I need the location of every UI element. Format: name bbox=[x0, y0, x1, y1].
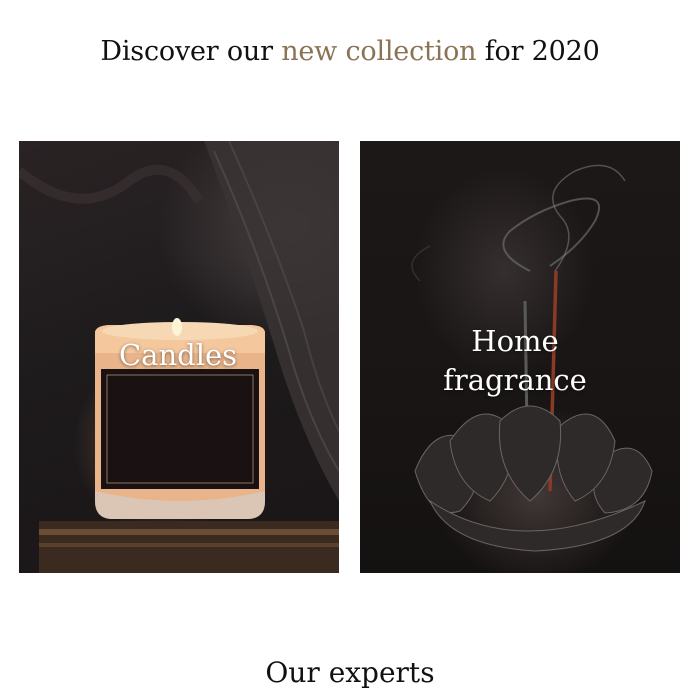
headline-suffix: for 2020 bbox=[476, 36, 600, 67]
candles-category-label: Candles bbox=[118, 338, 238, 373]
home-fragrance-category-card[interactable]: Home fragrance bbox=[360, 141, 680, 573]
our-experts-heading: Our experts bbox=[265, 656, 435, 689]
page: Discover our new collection for 2020 Can… bbox=[0, 0, 700, 700]
page-headline: Discover our new collection for 2020 bbox=[0, 36, 700, 67]
headline-accent-link[interactable]: new collection bbox=[281, 36, 476, 67]
headline-prefix: Discover our bbox=[100, 36, 282, 67]
candles-category-card[interactable]: Candles bbox=[19, 141, 339, 573]
home-fragrance-category-label: Home fragrance bbox=[443, 323, 587, 397]
